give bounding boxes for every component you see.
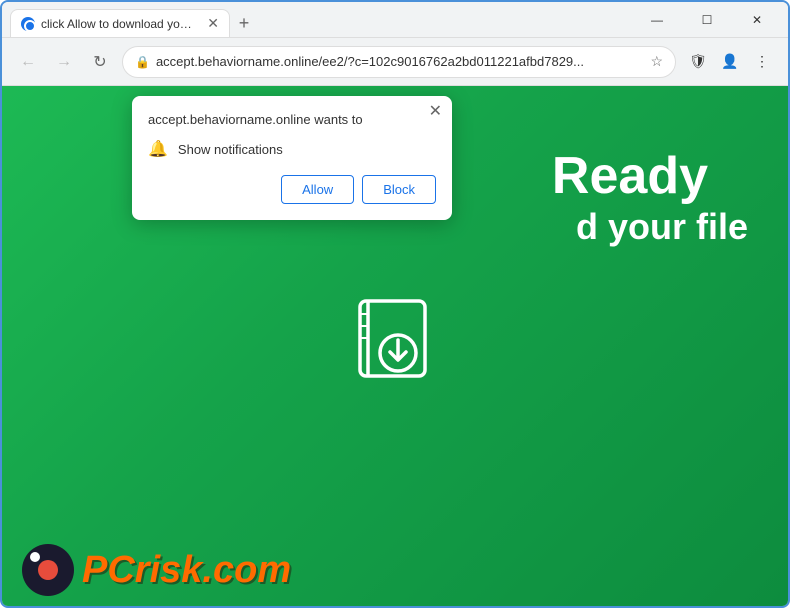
page-content: Ready d your file PCrisk.com bbox=[2, 86, 788, 606]
allow-button[interactable]: Allow bbox=[281, 175, 354, 204]
reload-button[interactable]: ↻ bbox=[86, 48, 114, 76]
download-icon bbox=[350, 296, 440, 396]
title-bar: click Allow to download your file ✕ + — … bbox=[2, 2, 788, 38]
window-controls: — ☐ ✕ bbox=[634, 6, 780, 34]
address-bar: ← → ↻ 🔒 accept.behaviorname.online/ee2/?… bbox=[2, 38, 788, 86]
download-icon-container bbox=[350, 296, 440, 401]
maximize-button[interactable]: ☐ bbox=[684, 6, 730, 34]
page-text-file: d your file bbox=[576, 206, 748, 248]
shield-icon[interactable]: 🛡 bbox=[684, 48, 712, 76]
popup-buttons: Allow Block bbox=[148, 175, 436, 204]
active-tab[interactable]: click Allow to download your file ✕ bbox=[10, 9, 230, 37]
tab-area: click Allow to download your file ✕ + bbox=[10, 2, 626, 37]
block-button[interactable]: Block bbox=[362, 175, 436, 204]
tab-close-button[interactable]: ✕ bbox=[207, 15, 219, 32]
popup-title: accept.behaviorname.online wants to bbox=[148, 112, 436, 127]
pcrisk-ball-icon bbox=[22, 544, 74, 596]
bookmark-icon[interactable]: ☆ bbox=[650, 53, 663, 70]
pcrisk-brand: PC bbox=[82, 549, 135, 591]
pcrisk-text: PCrisk.com bbox=[82, 549, 291, 592]
browser-window: click Allow to download your file ✕ + — … bbox=[0, 0, 790, 608]
new-tab-button[interactable]: + bbox=[230, 9, 258, 37]
url-text: accept.behaviorname.online/ee2/?c=102c90… bbox=[156, 54, 644, 69]
profile-icon[interactable]: 👤 bbox=[716, 48, 744, 76]
minimize-button[interactable]: — bbox=[634, 6, 680, 34]
tab-favicon bbox=[21, 17, 35, 31]
notification-row: 🔔 Show notifications bbox=[148, 139, 436, 159]
back-button[interactable]: ← bbox=[14, 48, 42, 76]
forward-button[interactable]: → bbox=[50, 48, 78, 76]
address-input[interactable]: 🔒 accept.behaviorname.online/ee2/?c=102c… bbox=[122, 46, 676, 78]
toolbar-icons: 🛡 👤 ⋮ bbox=[684, 48, 776, 76]
pcrisk-logo: PCrisk.com bbox=[22, 544, 291, 596]
tab-title: click Allow to download your file bbox=[41, 17, 197, 31]
pcrisk-suffix: risk.com bbox=[135, 549, 291, 591]
page-text-ready: Ready bbox=[552, 146, 708, 206]
notification-popup: ✕ accept.behaviorname.online wants to 🔔 … bbox=[132, 96, 452, 220]
popup-close-button[interactable]: ✕ bbox=[429, 104, 442, 120]
menu-icon[interactable]: ⋮ bbox=[748, 48, 776, 76]
notification-label: Show notifications bbox=[178, 142, 283, 157]
bell-icon: 🔔 bbox=[148, 139, 168, 159]
lock-icon: 🔒 bbox=[135, 55, 150, 69]
close-button[interactable]: ✕ bbox=[734, 6, 780, 34]
